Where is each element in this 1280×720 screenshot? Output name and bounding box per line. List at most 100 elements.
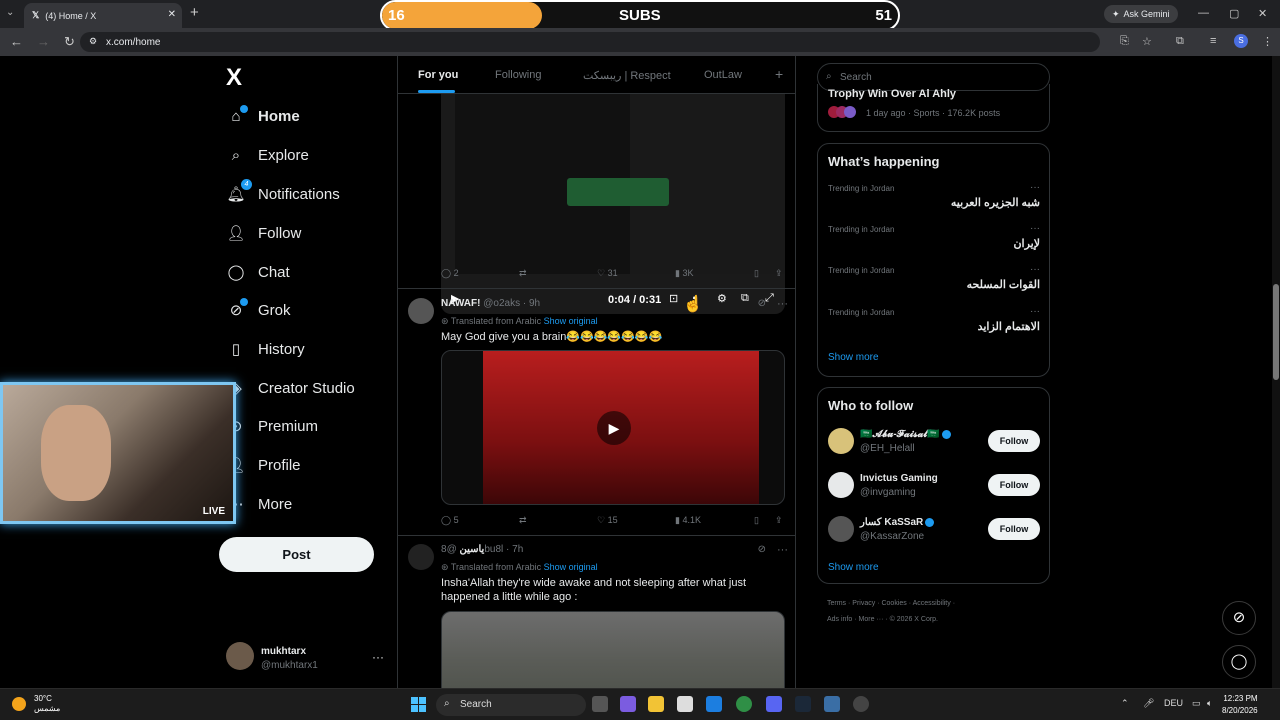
nav-explore[interactable]: ⌕ Explore xyxy=(226,142,309,168)
footer-terms[interactable]: Terms xyxy=(827,600,846,607)
trend-item[interactable]: Trending in Jordan ··· شبه الجزيره العرب… xyxy=(828,182,1040,220)
footer-privacy[interactable]: Privacy xyxy=(852,600,875,607)
show-original-link[interactable]: Show original xyxy=(544,316,598,326)
chrome-icon[interactable] xyxy=(736,696,752,712)
trend-more-icon[interactable]: ··· xyxy=(1030,182,1040,193)
tab-for-you[interactable]: For you xyxy=(418,69,458,81)
trend-more-icon[interactable]: ··· xyxy=(1030,223,1040,234)
tab-following[interactable]: Following xyxy=(495,69,541,81)
like-button[interactable]: ♡ 15 xyxy=(597,515,618,526)
scrollbar-thumb[interactable] xyxy=(1273,284,1279,380)
copilot-icon[interactable] xyxy=(620,696,636,712)
ask-gemini-button[interactable]: ✦ Ask Gemini xyxy=(1104,5,1178,23)
show-more-link[interactable]: Show more xyxy=(828,352,879,363)
forward-icon[interactable]: → xyxy=(37,34,64,49)
suggested-account[interactable]: كسار KaSSaR @KassarZone Follow xyxy=(828,516,1040,548)
mail-icon[interactable] xyxy=(706,696,722,712)
nav-chat[interactable]: ◯ Chat xyxy=(226,259,290,285)
account-more-icon[interactable]: ··· xyxy=(372,650,384,664)
reply-button[interactable]: ◯ 2 xyxy=(441,268,459,279)
close-window-icon[interactable]: ✕ xyxy=(1258,7,1267,20)
maximize-icon[interactable]: ▢ xyxy=(1229,7,1239,20)
nav-creator-studio[interactable]: ◈ Creator Studio xyxy=(226,375,355,401)
bookmark-button[interactable]: ▯ xyxy=(754,268,759,279)
reading-list-icon[interactable]: ≡ xyxy=(1210,35,1216,47)
tweet-yaseen[interactable]: ياسين @8bu8l · 7h ⊘ ··· ⊛ Translated fro… xyxy=(408,536,788,616)
nav-follow[interactable]: 👤︎ Follow xyxy=(226,220,301,246)
network-icon[interactable]: ▭ xyxy=(1192,698,1201,709)
trend-item[interactable]: Trending in Jordan ··· القوات المسلحه xyxy=(828,264,1040,302)
bookmark-button[interactable]: ▯ xyxy=(754,515,759,526)
top-story-card[interactable]: Trophy Win Over Al Ahly 1 day ago · Spor… xyxy=(817,84,1050,132)
trend-item[interactable]: Trending in Jordan ··· لإيران xyxy=(828,223,1040,261)
footer-cookies[interactable]: Cookies xyxy=(881,600,906,607)
microphone-icon[interactable]: 🎤︎ xyxy=(1143,698,1154,709)
video-player[interactable]: ▶ xyxy=(441,350,785,505)
avatar[interactable] xyxy=(408,544,434,570)
back-icon[interactable]: ← xyxy=(10,34,37,49)
views-button[interactable]: ▮ 3K xyxy=(675,268,693,279)
new-tab-icon[interactable]: + xyxy=(190,4,199,21)
share-button[interactable]: ⇪ xyxy=(775,268,783,279)
tab-list-chevron-icon[interactable]: ⌄ xyxy=(6,7,14,18)
play-icon[interactable]: ▶ xyxy=(597,411,631,445)
show-original-link[interactable]: Show original xyxy=(544,562,598,572)
messages-fab-icon[interactable]: ◯ xyxy=(1222,645,1256,679)
grok-fab-icon[interactable]: ⊘ xyxy=(1222,601,1256,635)
suggested-account[interactable]: 🇸🇦𝓐𝓫𝓾-𝓕𝓪𝓲𝓼𝓪𝓵🇸🇦 @EH_Helall Follow xyxy=(828,428,1040,460)
system-clock[interactable]: 12:23 PM 8/20/2026 xyxy=(1222,693,1258,717)
share-button[interactable]: ⇪ xyxy=(775,515,783,526)
input-language[interactable]: DEU xyxy=(1164,698,1183,708)
grok-icon[interactable]: ⊘ xyxy=(758,544,766,555)
browser-menu-icon[interactable]: ⋮ xyxy=(1262,35,1273,48)
bookmark-star-icon[interactable]: ☆ xyxy=(1142,35,1152,48)
browser-profile-avatar[interactable]: S xyxy=(1234,34,1248,48)
more-icon[interactable]: ··· xyxy=(777,298,788,310)
follow-button[interactable]: Follow xyxy=(988,518,1040,540)
post-button[interactable]: Post xyxy=(219,537,374,572)
avatar[interactable] xyxy=(408,298,434,324)
nav-profile[interactable]: 👤︎ Profile xyxy=(226,452,300,478)
footer-more[interactable]: More ··· xyxy=(859,616,884,623)
browser-tab[interactable]: 𝕏 (4) Home / X ✕ xyxy=(24,3,182,28)
obs-icon[interactable] xyxy=(853,696,869,712)
install-app-icon[interactable]: ⎘ xyxy=(1120,35,1129,48)
repost-button[interactable]: ⇄ xyxy=(519,268,527,279)
tray-chevron-icon[interactable]: ⌃ xyxy=(1121,698,1129,709)
like-button[interactable]: ♡ 31 xyxy=(597,268,618,279)
app-icon[interactable] xyxy=(824,696,840,712)
extensions-icon[interactable]: ⧉ xyxy=(1176,35,1184,48)
tab-respect[interactable]: ريبسكت | Respect xyxy=(583,69,671,82)
follow-button[interactable]: Follow xyxy=(988,430,1040,452)
nav-history[interactable]: ▯ History xyxy=(226,336,305,362)
video-player[interactable] xyxy=(441,611,785,688)
taskbar-search[interactable]: ⌕ Search xyxy=(436,694,586,716)
reply-button[interactable]: ◯ 5 xyxy=(441,515,459,526)
url-field[interactable]: ⚙ x.com/home xyxy=(80,32,1100,52)
trend-more-icon[interactable]: ··· xyxy=(1030,264,1040,275)
more-icon[interactable]: ··· xyxy=(777,544,788,556)
nav-notifications[interactable]: 🔔︎ 4 Notifications xyxy=(226,179,340,207)
grok-icon[interactable]: ⊘ xyxy=(758,298,766,309)
tab-outlaw[interactable]: OutLaw xyxy=(704,69,742,81)
task-view-icon[interactable] xyxy=(592,696,608,712)
nav-grok[interactable]: ⊘ Grok xyxy=(226,297,291,323)
views-button[interactable]: ▮ 4.1K xyxy=(675,515,701,526)
follow-button[interactable]: Follow xyxy=(988,474,1040,496)
footer-ads-info[interactable]: Ads info xyxy=(827,616,852,623)
nav-home[interactable]: ⌂ Home xyxy=(226,103,300,129)
start-icon[interactable] xyxy=(411,697,426,712)
add-tab-icon[interactable]: + xyxy=(775,66,783,82)
nav-premium[interactable]: ⊙ Premium xyxy=(226,413,318,439)
speaker-icon[interactable]: 🔈︎ xyxy=(1207,698,1212,709)
steam-icon[interactable] xyxy=(795,696,811,712)
discord-icon[interactable] xyxy=(766,696,782,712)
trend-item[interactable]: Trending in Jordan ··· الاهتمام الزايد xyxy=(828,306,1040,344)
trend-more-icon[interactable]: ··· xyxy=(1030,306,1040,317)
repost-button[interactable]: ⇄ xyxy=(519,515,527,526)
suggested-account[interactable]: Invictus Gaming @invgaming Follow xyxy=(828,472,1040,504)
scrollbar[interactable] xyxy=(1272,56,1280,688)
close-tab-icon[interactable]: ✕ xyxy=(168,9,176,20)
store-icon[interactable] xyxy=(677,696,693,712)
show-more-link[interactable]: Show more xyxy=(828,562,879,573)
